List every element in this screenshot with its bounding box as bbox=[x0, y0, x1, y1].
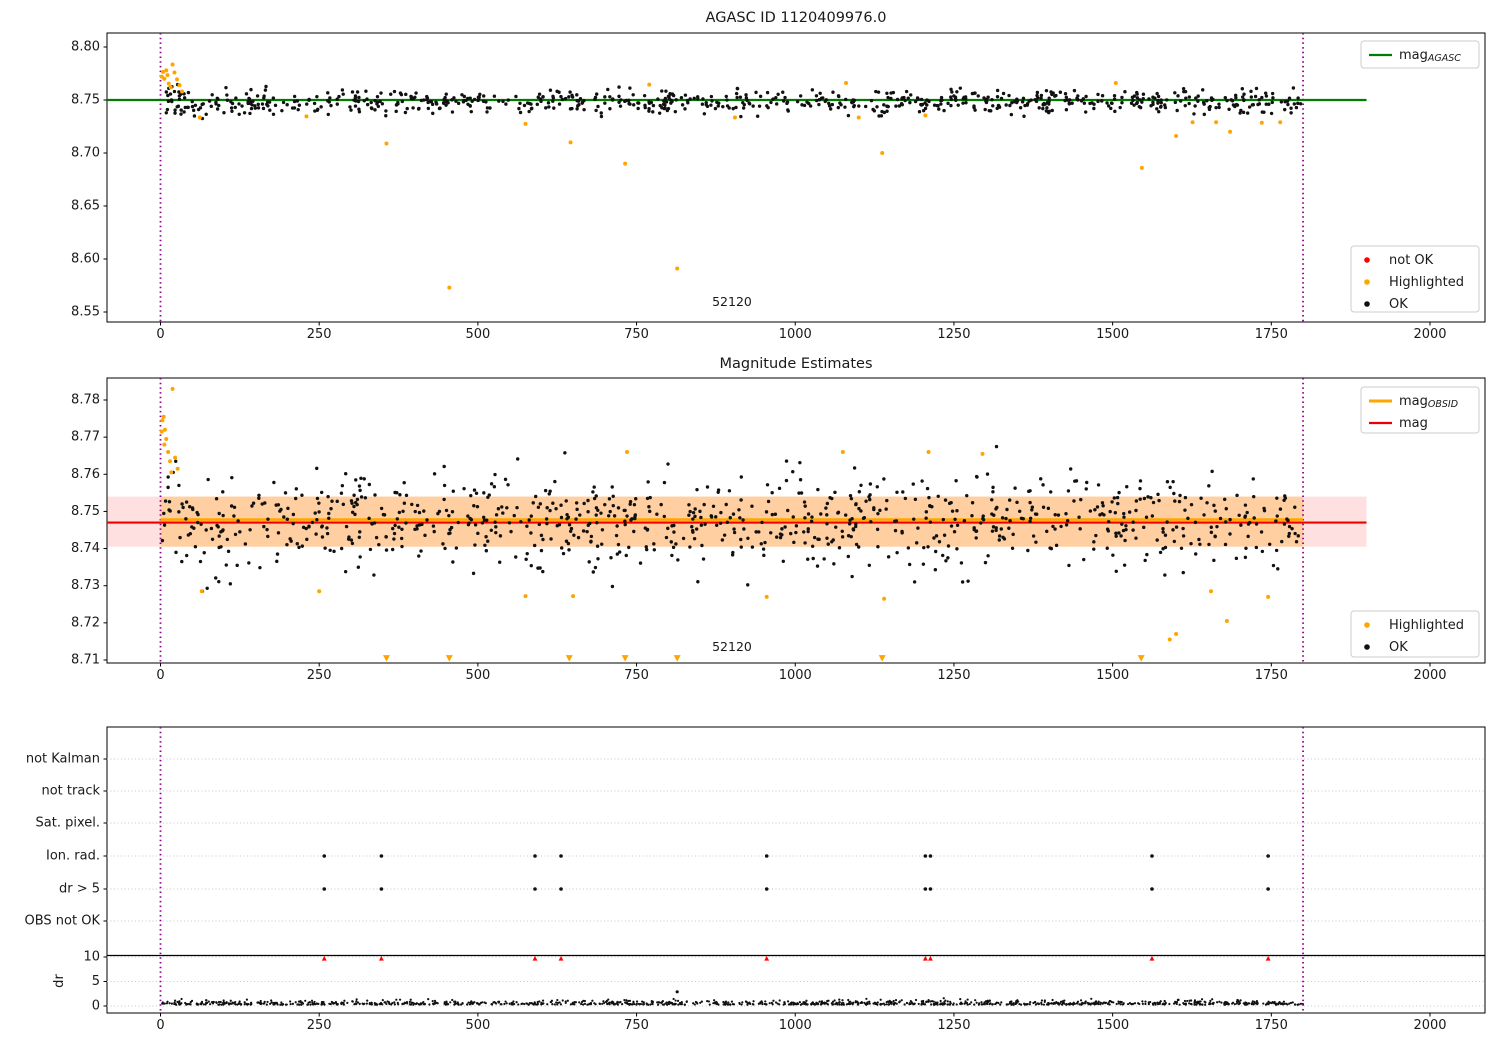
panel1-obsid-label: 52120 bbox=[712, 294, 752, 309]
flag-row-label: Ion. rad. bbox=[46, 849, 100, 864]
x-tick-label: 1250 bbox=[937, 668, 970, 683]
x-tick-group: 0 250 500 750 1000 1250 1500 1750 2000 bbox=[156, 663, 1447, 683]
x-tick-label: 250 bbox=[307, 668, 332, 683]
legend-label: mag bbox=[1399, 416, 1428, 431]
x-tick-label: 1250 bbox=[937, 327, 970, 342]
x-tick-label: 1000 bbox=[779, 668, 812, 683]
x-tick-label: 2000 bbox=[1413, 668, 1446, 683]
y-tick-label: 8.80 bbox=[71, 40, 100, 55]
x-tick-label: 1750 bbox=[1255, 1018, 1288, 1033]
legend-label: not OK bbox=[1389, 253, 1434, 268]
dr-tick-label: 5 bbox=[92, 974, 100, 989]
panel1-axes bbox=[106, 32, 1486, 323]
panel3-flag-points bbox=[322, 854, 1270, 891]
panel1-title: AGASC ID 1120409976.0 bbox=[706, 10, 887, 26]
panel1-marker-legend: not OK Highlighted OK bbox=[1350, 245, 1480, 313]
flag-row-label: Sat. pixel. bbox=[36, 816, 100, 831]
legend-label: OK bbox=[1389, 640, 1408, 655]
legend-label: Highlighted bbox=[1389, 275, 1464, 290]
panel1-ok-points bbox=[164, 82, 1303, 121]
x-tick-label: 500 bbox=[465, 668, 490, 683]
x-tick-label: 750 bbox=[624, 327, 649, 342]
legend-label: Highlighted bbox=[1389, 618, 1464, 633]
y-tick-label: 8.78 bbox=[71, 393, 100, 408]
panel2-title: Magnitude Estimates bbox=[719, 356, 872, 372]
y-tick-label: 8.73 bbox=[71, 578, 100, 593]
y-tick-label: 8.60 bbox=[71, 252, 100, 267]
x-tick-label: 1000 bbox=[779, 327, 812, 342]
panel2-marker-legend: Highlighted OK bbox=[1350, 610, 1480, 658]
flag-row-label: not track bbox=[41, 784, 100, 799]
x-tick-label: 1500 bbox=[1096, 668, 1129, 683]
panel2-line-legend: magOBSIDmag bbox=[1360, 386, 1480, 434]
x-tick-label: 0 bbox=[156, 668, 164, 683]
panel2-clipped-low-markers bbox=[382, 655, 1145, 662]
panel2-obsid-label: 52120 bbox=[712, 639, 752, 654]
dr-axis-label: dr bbox=[52, 974, 67, 988]
x-tick-label: 2000 bbox=[1413, 327, 1446, 342]
x-tick-label: 1000 bbox=[779, 1018, 812, 1033]
x-tick-label: 250 bbox=[307, 327, 332, 342]
panel3-dr-trace bbox=[161, 997, 1305, 1006]
y-tick-label: 8.71 bbox=[71, 652, 100, 667]
x-tick-label: 2000 bbox=[1413, 1018, 1446, 1033]
x-tick-label: 500 bbox=[465, 327, 490, 342]
x-tick-label: 1500 bbox=[1096, 327, 1129, 342]
y-tick-label: 8.77 bbox=[71, 430, 100, 445]
x-tick-label: 500 bbox=[465, 1018, 490, 1033]
x-tick-group: 0 250 500 750 1000 1250 1500 1750 2000 bbox=[156, 322, 1447, 342]
x-tick-group: 0 250 500 750 1000 1250 1500 1750 2000 bbox=[156, 1013, 1447, 1033]
y-tick-label: 8.70 bbox=[71, 146, 100, 161]
y-tick-label: 8.72 bbox=[71, 615, 100, 630]
flag-row-label: not Kalman bbox=[26, 752, 100, 767]
x-tick-label: 750 bbox=[624, 1018, 649, 1033]
y-tick-label: 8.76 bbox=[71, 467, 100, 482]
dr-outlier-point bbox=[675, 990, 679, 994]
x-tick-label: 1750 bbox=[1255, 327, 1288, 342]
panel3-gridlines bbox=[107, 758, 1485, 1007]
figure-canvas: 0 250 500 750 1000 1250 1500 1750 20008.558.608.… bbox=[25, 10, 1486, 1033]
x-tick-label: 0 bbox=[156, 327, 164, 342]
panel1-obsid-vlines bbox=[159, 33, 1304, 322]
y-tick-label: 8.75 bbox=[71, 504, 100, 519]
y-tick-label: 8.75 bbox=[71, 93, 100, 108]
y-tick-label: 8.74 bbox=[71, 541, 100, 556]
figure: 0 250 500 750 1000 1250 1500 1750 2000 8.55 8.60 8.… bbox=[0, 0, 1500, 1050]
flag-row-label: dr > 5 bbox=[59, 882, 100, 897]
x-tick-label: 1250 bbox=[937, 1018, 970, 1033]
panel3-axes bbox=[106, 726, 1486, 1014]
x-tick-label: 250 bbox=[307, 1018, 332, 1033]
dr-tick-label: 0 bbox=[92, 999, 100, 1014]
legend-label: OK bbox=[1389, 297, 1408, 312]
y-tick-label: 8.65 bbox=[71, 199, 100, 214]
x-tick-label: 1750 bbox=[1255, 668, 1288, 683]
dr-tick-label: 10 bbox=[83, 950, 100, 965]
y-tick-group: 8.71 8.72 8.73 8.74 8.75 8.76 8.77 8.78 bbox=[71, 393, 107, 667]
x-tick-label: 0 bbox=[156, 1018, 164, 1033]
panel1-line-legend: magAGASC bbox=[1360, 40, 1480, 69]
y-tick-group: 8.55 8.60 8.65 8.70 8.75 8.80 bbox=[71, 40, 107, 320]
panel3-obsid-vlines bbox=[159, 727, 1304, 1013]
y-tick-label: 8.55 bbox=[71, 305, 100, 320]
x-tick-label: 1500 bbox=[1096, 1018, 1129, 1033]
x-tick-label: 750 bbox=[624, 668, 649, 683]
generated-chart-layers: 0 250 500 750 1000 1250 1500 1750 20008.558.608.… bbox=[25, 32, 1486, 1033]
flag-row-label: OBS not OK bbox=[25, 914, 101, 929]
